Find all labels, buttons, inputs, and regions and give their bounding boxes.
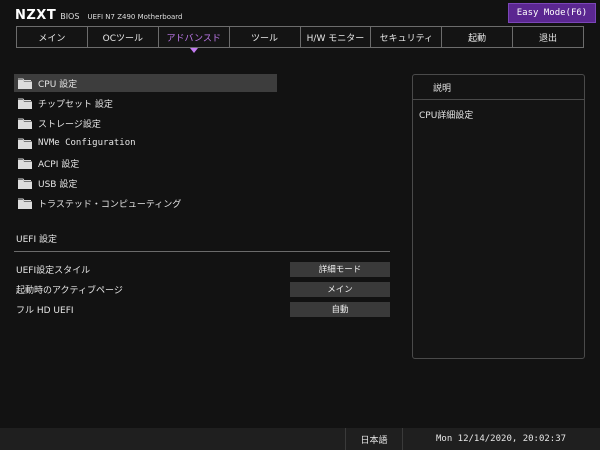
datetime-display: Mon 12/14/2020, 20:02:37 (436, 434, 567, 444)
menu-item-trusted-computing[interactable]: トラステッド・コンピューティング (14, 194, 277, 212)
language-selector[interactable]: 日本語 (345, 428, 403, 450)
folder-icon (18, 118, 32, 129)
folder-icon (18, 198, 32, 209)
brand-logo: NZXT BIOS UEFI N7 Z490 Motherboard (15, 8, 183, 23)
uefi-section-title: UEFI 設定 (16, 235, 57, 245)
menu-item-label: USB 設定 (38, 179, 78, 190)
motherboard-model: UEFI N7 Z490 Motherboard (87, 13, 183, 21)
tab-boot[interactable]: 起動 (442, 26, 514, 48)
setting-row-full-hd-uefi: フル HD UEFI 自動 (16, 301, 390, 317)
tab-security[interactable]: セキュリティ (371, 26, 443, 48)
menu-item-label: ストレージ設定 (38, 119, 101, 130)
brand-bios: BIOS (60, 12, 80, 21)
tab-advanced[interactable]: アドバンスド (158, 26, 230, 48)
folder-icon (18, 98, 32, 109)
menu-item-storage-settings[interactable]: ストレージ設定 (14, 114, 277, 132)
brand-name: NZXT (15, 8, 57, 23)
tab-exit[interactable]: 退出 (513, 26, 584, 48)
menu-item-label: トラステッド・コンピューティング (38, 199, 182, 210)
help-panel: 説明 CPU詳細設定 (412, 74, 585, 359)
tab-main[interactable]: メイン (16, 26, 88, 48)
setting-row-uefi-style: UEFI設定スタイル 詳細モード (16, 261, 390, 277)
tab-oc-tools[interactable]: OCツール (87, 26, 159, 48)
menu-item-cpu-settings[interactable]: CPU 設定 (14, 74, 277, 92)
tab-tools[interactable]: ツール (229, 26, 301, 48)
full-hd-uefi-dropdown[interactable]: 自動 (290, 301, 390, 317)
easy-mode-button[interactable]: Easy Mode(F6) (508, 3, 596, 23)
menu-item-label: CPU 設定 (38, 79, 78, 90)
menu-item-acpi-settings[interactable]: ACPI 設定 (14, 154, 277, 172)
section-divider (14, 251, 390, 252)
header-bar: NZXT BIOS UEFI N7 Z490 Motherboard Easy … (0, 0, 600, 26)
folder-icon (18, 138, 32, 149)
menu-item-label: ACPI 設定 (38, 159, 80, 170)
setting-row-startup-page: 起動時のアクティブページ メイン (16, 281, 390, 297)
help-text: CPU詳細設定 (419, 111, 474, 121)
advanced-menu-list: CPU 設定 チップセット 設定 ストレージ設定 NVMe Configurat… (14, 74, 277, 214)
menu-item-nvme-configuration[interactable]: NVMe Configuration (14, 134, 277, 152)
help-title: 説明 (413, 75, 584, 100)
folder-icon (18, 178, 32, 189)
folder-icon (18, 78, 32, 89)
tab-hw-monitor[interactable]: H/W モニター (300, 26, 372, 48)
uefi-style-dropdown[interactable]: 詳細モード (290, 261, 390, 277)
menu-item-label: NVMe Configuration (38, 138, 136, 148)
startup-page-dropdown[interactable]: メイン (290, 281, 390, 297)
menu-item-label: チップセット 設定 (38, 99, 113, 110)
folder-icon (18, 158, 32, 169)
main-tabs: メイン OCツール アドバンスド ツール H/W モニター セキュリティ 起動 … (16, 26, 584, 50)
menu-item-usb-settings[interactable]: USB 設定 (14, 174, 277, 192)
status-bar: 日本語 Mon 12/14/2020, 20:02:37 (0, 428, 600, 450)
menu-item-chipset-settings[interactable]: チップセット 設定 (14, 94, 277, 112)
